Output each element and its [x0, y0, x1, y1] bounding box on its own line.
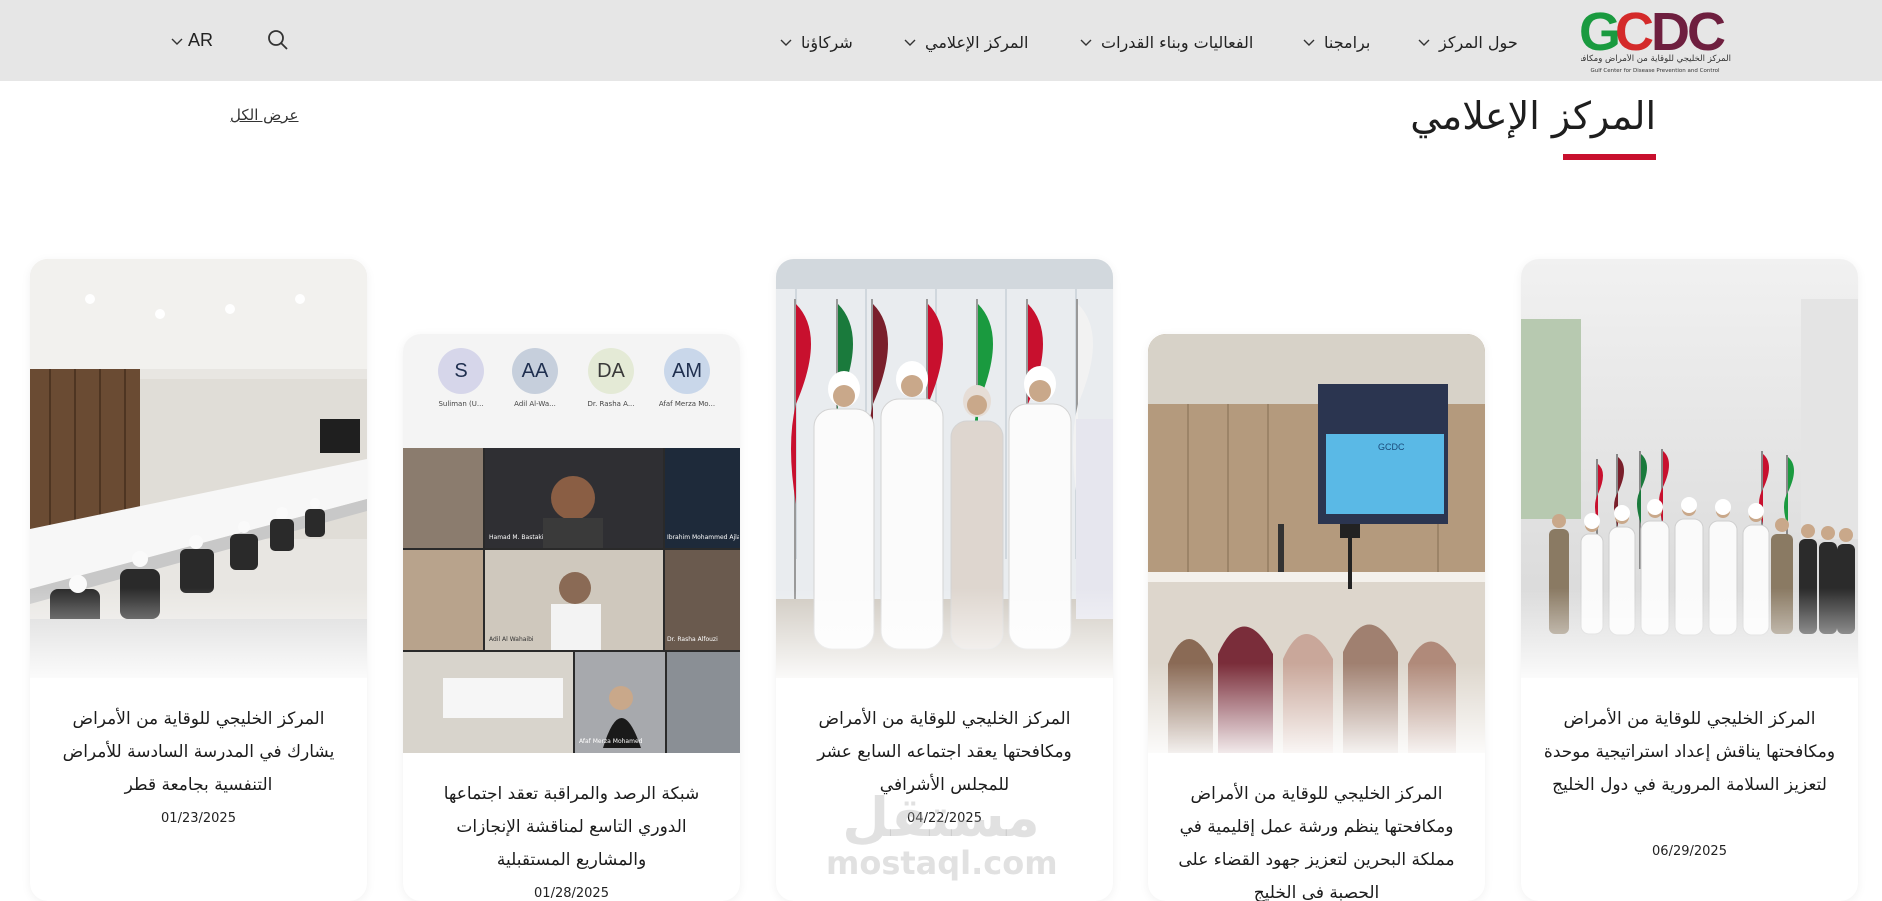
card-title: شبكة الرصد والمراقبة تعقد اجتماعها الدور…	[443, 784, 700, 870]
svg-text:C: C	[1687, 2, 1726, 62]
search-icon[interactable]	[266, 28, 290, 52]
view-all-link[interactable]: عرض الكل	[230, 106, 299, 124]
news-card-road-safety[interactable]: المركز الخليجي للوقاية من الأمراض ومكافح…	[1521, 259, 1858, 901]
image-fade	[776, 588, 1113, 678]
video-call-participants: AM Afaf Merza Mo... DA Dr. Rasha A... AA…	[403, 348, 740, 448]
card-image	[30, 259, 367, 678]
news-card-supervisory-board[interactable]: المركز الخليجي للوقاية من الأمراض ومكافح…	[776, 259, 1113, 901]
tile-label: Adil Al Wahaibi	[489, 636, 534, 643]
tile-label: Ibrahim Mohammed Ajlan	[667, 534, 739, 541]
card-date: 06/29/2025	[1652, 844, 1727, 859]
card-date: 01/28/2025	[534, 886, 609, 901]
card-title: المركز الخليجي للوقاية من الأمراض ومكافح…	[1543, 709, 1836, 795]
chevron-down-icon	[1302, 35, 1316, 49]
tile-label: Dr. Rasha Alfouzi	[667, 636, 718, 643]
title-underline	[1563, 154, 1656, 160]
participant-tile: AA Adil Al-Wa...	[505, 348, 565, 408]
news-card-respiratory-school[interactable]: المركز الخليجي للوقاية من الأمراض يشارك …	[30, 259, 367, 901]
nav-media-center-label: المركز الإعلامي	[925, 32, 1029, 52]
participant-tile: DA Dr. Rasha A...	[581, 348, 641, 408]
svg-text:C: C	[1615, 2, 1654, 62]
tile-label: Hamad M. Bastaki	[489, 534, 544, 541]
card-image	[776, 259, 1113, 678]
nav-events-label: الفعاليات وبناء القدرات	[1101, 32, 1254, 52]
participant-avatar: DA	[588, 348, 634, 394]
nav-about[interactable]: حول المركز	[1417, 30, 1518, 54]
logo-subtitle-en: Gulf Center for Disease Prevention and C…	[1590, 68, 1720, 74]
chevron-down-icon	[1417, 35, 1431, 49]
card-image: GCDC	[1148, 334, 1485, 753]
tile-label: Afaf Merza Mohamed	[579, 738, 643, 745]
participant-name: Afaf Merza Mo...	[658, 400, 716, 408]
section-title: المركز الإعلامي	[1410, 94, 1656, 138]
news-card-surveillance-network[interactable]: AM Afaf Merza Mo... DA Dr. Rasha A... AA…	[403, 334, 740, 901]
nav-about-label: حول المركز	[1439, 32, 1518, 52]
top-header: G C D C المركز الخليجي للوقاية من الأمرا…	[0, 0, 1882, 81]
card-date: 01/23/2025	[161, 811, 236, 826]
image-fade	[30, 588, 367, 678]
chevron-down-icon	[779, 35, 793, 49]
card-image: AM Afaf Merza Mo... DA Dr. Rasha A... AA…	[403, 334, 740, 753]
chevron-down-icon	[1079, 35, 1093, 49]
nav-programs[interactable]: برامجنا	[1302, 30, 1370, 54]
news-card-measles-workshop[interactable]: GCDC المركز الخليجي للوقاية من الأمراض و…	[1148, 334, 1485, 901]
chevron-down-icon	[903, 35, 917, 49]
nav-events[interactable]: الفعاليات وبناء القدرات	[1079, 30, 1253, 54]
card-image	[1521, 259, 1858, 678]
participant-avatar: AA	[512, 348, 558, 394]
participant-avatar: S	[438, 348, 484, 394]
nav-partners-label: شركاؤنا	[801, 32, 853, 52]
participant-name: Suliman (U...	[438, 400, 484, 408]
card-date: 04/22/2025	[907, 811, 982, 826]
image-fade	[1148, 663, 1485, 753]
nav-media-center[interactable]: المركز الإعلامي	[903, 30, 1029, 54]
chevron-down-icon	[170, 34, 184, 48]
card-title: المركز الخليجي للوقاية من الأمراض ومكافح…	[817, 709, 1072, 795]
participant-name: Adil Al-Wa...	[514, 400, 556, 408]
language-selector[interactable]: AR	[170, 30, 213, 51]
slide-screen-logo: GCDC	[1378, 442, 1405, 452]
logo-subtitle-ar: المركز الخليجي للوقاية من الأمراض ومكافح…	[1581, 54, 1731, 64]
participant-tile: S Suliman (U...	[431, 348, 491, 408]
card-title: المركز الخليجي للوقاية من الأمراض ومكافح…	[1178, 784, 1455, 901]
svg-text:D: D	[1651, 2, 1690, 62]
participant-tile: AM Afaf Merza Mo...	[657, 348, 717, 408]
language-label: AR	[188, 30, 214, 50]
participant-avatar: AM	[664, 348, 710, 394]
image-fade	[1521, 588, 1858, 678]
nav-partners[interactable]: شركاؤنا	[779, 30, 853, 54]
gcdc-logo[interactable]: G C D C المركز الخليجي للوقاية من الأمرا…	[1575, 2, 1735, 80]
card-title: المركز الخليجي للوقاية من الأمراض يشارك …	[62, 709, 335, 795]
participant-name: Dr. Rasha A...	[587, 400, 635, 408]
nav-programs-label: برامجنا	[1324, 32, 1371, 52]
